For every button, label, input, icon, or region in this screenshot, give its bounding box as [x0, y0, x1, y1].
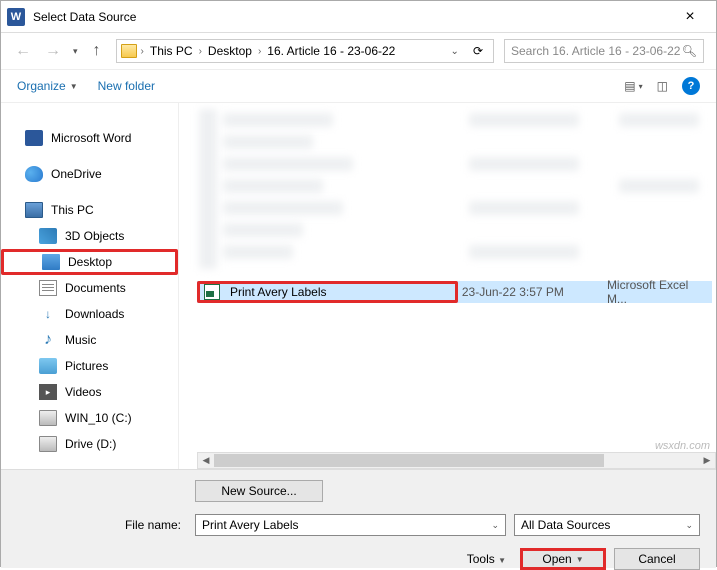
watermark: wsxdn.com — [655, 440, 710, 452]
file-type: Microsoft Excel M... — [603, 278, 712, 306]
sidebar-item-label: Drive (D:) — [65, 437, 116, 451]
file-name-highlight: Print Avery Labels — [197, 281, 458, 303]
chevron-right-icon[interactable]: › — [258, 46, 261, 57]
sidebar-item-label: Music — [65, 333, 96, 347]
file-name: Print Avery Labels — [226, 285, 331, 299]
new-folder-button[interactable]: New folder — [98, 79, 155, 93]
onedrive-icon — [25, 166, 43, 182]
sidebar-item-drive-d[interactable]: Drive (D:) — [1, 431, 178, 457]
titlebar: W Select Data Source × — [1, 1, 716, 33]
sidebar-item-label: WIN_10 (C:) — [65, 411, 132, 425]
chevron-right-icon[interactable]: › — [199, 46, 202, 57]
music-icon — [39, 332, 57, 348]
filename-label: File name: — [17, 518, 187, 532]
filename-value: Print Avery Labels — [202, 518, 299, 532]
preview-pane-button[interactable]: ◫ — [657, 79, 668, 93]
horizontal-scrollbar[interactable]: ◀ ▶ — [197, 452, 716, 469]
sidebar-item-label: Microsoft Word — [51, 131, 131, 145]
sidebar-item-network[interactable]: Network — [1, 467, 178, 469]
sidebar-item-music[interactable]: Music — [1, 327, 178, 353]
help-icon[interactable]: ? — [682, 77, 700, 95]
sidebar-item-videos[interactable]: Videos — [1, 379, 178, 405]
scroll-thumb[interactable] — [214, 454, 604, 467]
file-list[interactable]: Print Avery Labels 23-Jun-22 3:57 PM Mic… — [179, 103, 716, 469]
footer: New Source... File name: Print Avery Lab… — [1, 469, 716, 568]
new-source-button[interactable]: New Source... — [195, 480, 323, 502]
nav-forward-icon[interactable]: → — [43, 41, 63, 61]
word-icon — [25, 130, 43, 146]
filter-value: All Data Sources — [521, 518, 610, 532]
close-button[interactable]: × — [670, 8, 710, 26]
sidebar-item-thispc[interactable]: This PC — [1, 197, 178, 223]
search-placeholder: Search 16. Article 16 - 23-06-22 — [511, 44, 680, 58]
word-app-icon: W — [7, 8, 25, 26]
search-icon: 🔍︎ — [682, 44, 697, 58]
file-row-selected[interactable]: Print Avery Labels 23-Jun-22 3:57 PM Mic… — [197, 281, 712, 303]
address-bar[interactable]: › This PC › Desktop › 16. Article 16 - 2… — [116, 39, 494, 63]
split-button-icon: ▼ — [576, 555, 584, 564]
sidebar-item-label: Documents — [65, 281, 126, 295]
nav-up-icon[interactable]: ↑ — [88, 42, 106, 60]
tools-menu[interactable]: Tools ▼ — [467, 552, 506, 566]
sidebar-item-desktop[interactable]: Desktop — [1, 249, 178, 275]
sidebar-item-pictures[interactable]: Pictures — [1, 353, 178, 379]
sidebar-item-documents[interactable]: Documents — [1, 275, 178, 301]
breadcrumb-folder[interactable]: 16. Article 16 - 23-06-22 — [263, 44, 399, 58]
organize-label: Organize — [17, 79, 66, 93]
sidebar-item-3dobjects[interactable]: 3D Objects — [1, 223, 178, 249]
chevron-down-icon[interactable]: ⌄ — [491, 520, 499, 531]
sidebar-item-label: Desktop — [68, 255, 112, 269]
open-label: Open — [542, 552, 571, 566]
main-area: Microsoft Word OneDrive This PC 3D Objec… — [1, 103, 716, 469]
chevron-down-icon[interactable]: ⌄ — [685, 520, 693, 531]
chevron-down-icon: ▼ — [498, 556, 506, 565]
dialog-title: Select Data Source — [33, 10, 670, 24]
organize-menu[interactable]: Organize ▼ — [17, 79, 78, 93]
desktop-icon — [42, 254, 60, 270]
toolbar: Organize ▼ New folder ▤▾ ◫ ? — [1, 69, 716, 103]
scroll-right-icon[interactable]: ▶ — [699, 453, 715, 468]
downloads-icon — [39, 306, 57, 322]
file-date: 23-Jun-22 3:57 PM — [458, 285, 603, 299]
refresh-icon[interactable]: ⟳ — [467, 44, 489, 58]
view-mode-button[interactable]: ▤▾ — [624, 79, 642, 93]
sidebar: Microsoft Word OneDrive This PC 3D Objec… — [1, 103, 179, 469]
search-input[interactable]: Search 16. Article 16 - 23-06-22 🔍︎ — [504, 39, 704, 63]
address-dropdown-icon[interactable]: ⌄ — [445, 46, 465, 57]
sidebar-item-label: OneDrive — [51, 167, 102, 181]
breadcrumb-desktop[interactable]: Desktop — [204, 44, 256, 58]
navbar: ← → ▾ ↑ › This PC › Desktop › 16. Articl… — [1, 33, 716, 69]
breadcrumb-thispc[interactable]: This PC — [146, 44, 197, 58]
filename-input[interactable]: Print Avery Labels ⌄ — [195, 514, 506, 536]
sidebar-item-label: This PC — [51, 203, 94, 217]
sidebar-item-label: Pictures — [65, 359, 108, 373]
tools-label: Tools — [467, 552, 495, 566]
nav-back-icon[interactable]: ← — [13, 41, 33, 61]
pictures-icon — [39, 358, 57, 374]
chevron-right-icon[interactable]: › — [141, 46, 144, 57]
sidebar-item-drive-c[interactable]: WIN_10 (C:) — [1, 405, 178, 431]
sidebar-item-label: Videos — [65, 385, 101, 399]
sidebar-item-onedrive[interactable]: OneDrive — [1, 161, 178, 187]
nav-history-dropdown[interactable]: ▾ — [73, 46, 78, 57]
chevron-down-icon: ▼ — [70, 82, 78, 91]
drive-icon — [39, 436, 57, 452]
scroll-left-icon[interactable]: ◀ — [198, 453, 214, 468]
videos-icon — [39, 384, 57, 400]
folder-icon — [121, 44, 137, 58]
file-type-filter[interactable]: All Data Sources ⌄ — [514, 514, 700, 536]
documents-icon — [39, 280, 57, 296]
sidebar-item-word[interactable]: Microsoft Word — [1, 125, 178, 151]
sidebar-item-label: 3D Objects — [65, 229, 124, 243]
3d-icon — [39, 228, 57, 244]
excel-file-icon — [204, 284, 220, 300]
sidebar-item-label: Downloads — [65, 307, 124, 321]
pc-icon — [25, 202, 43, 218]
sidebar-item-downloads[interactable]: Downloads — [1, 301, 178, 327]
drive-icon — [39, 410, 57, 426]
